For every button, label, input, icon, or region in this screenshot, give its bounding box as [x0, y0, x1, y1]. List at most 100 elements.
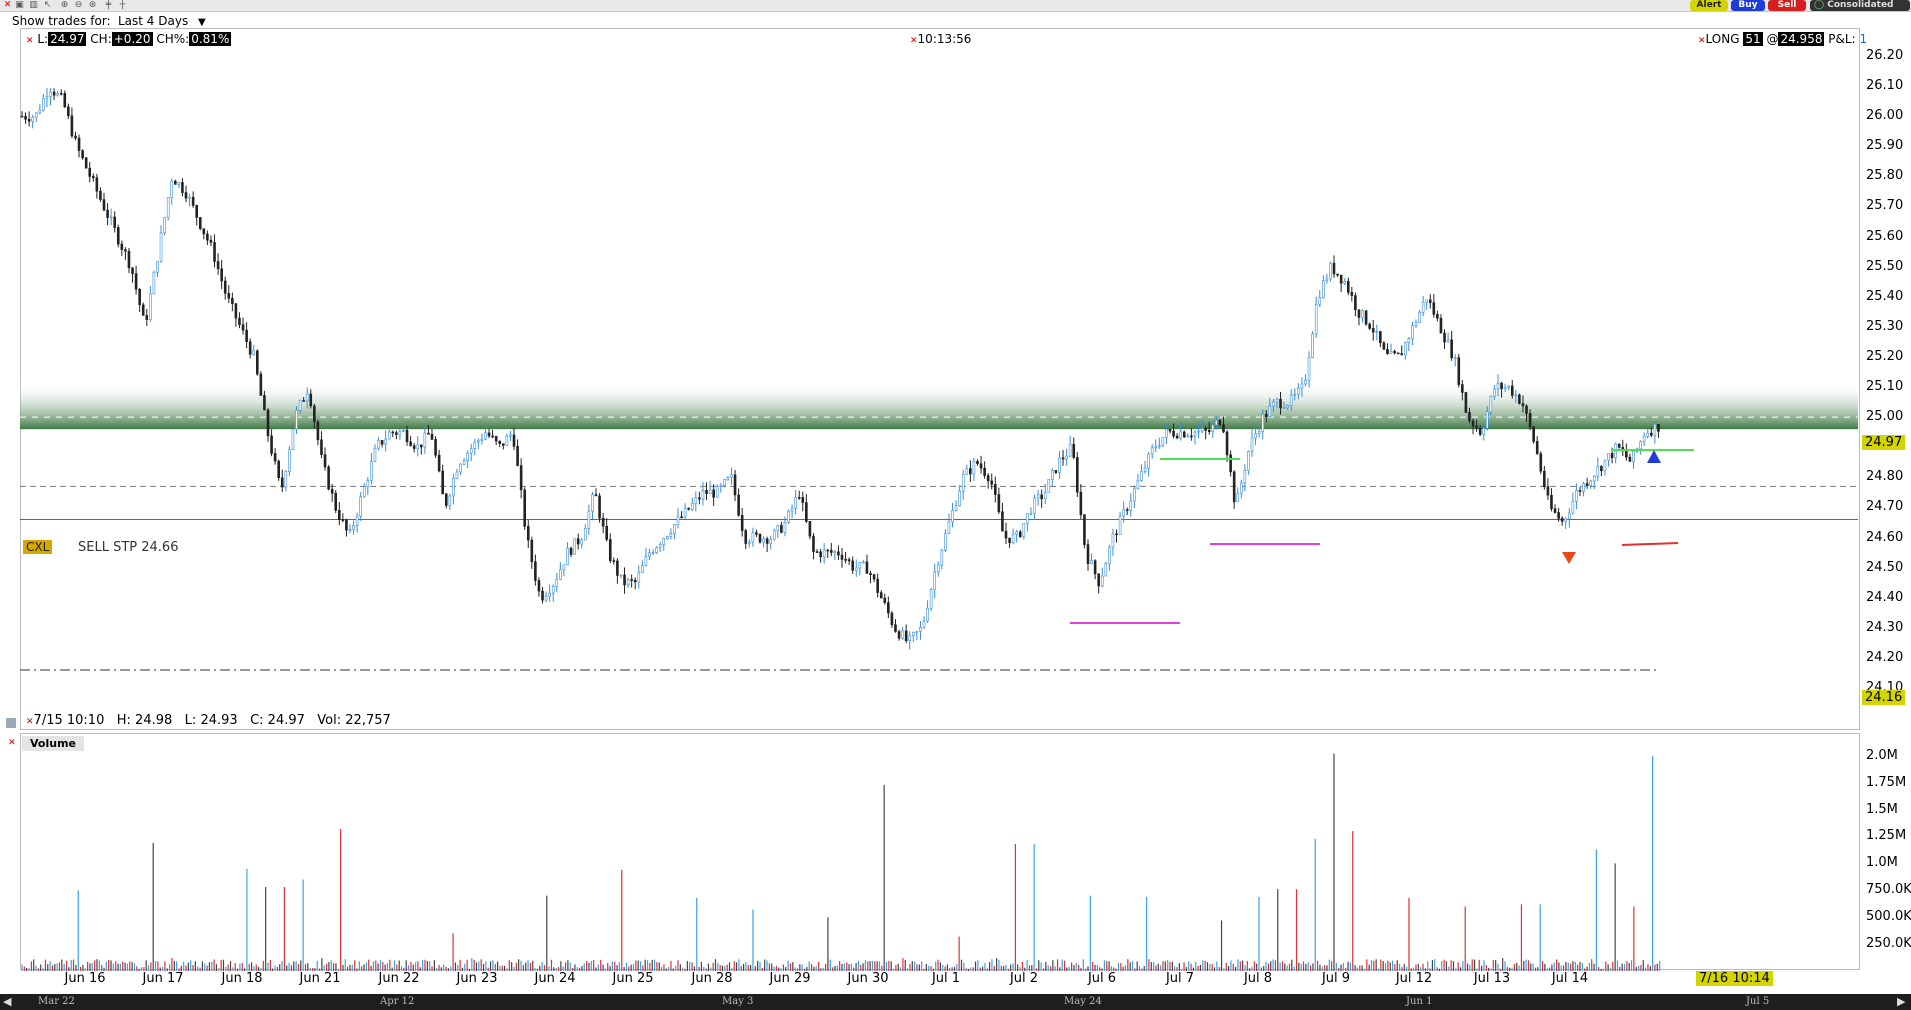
- candle-body: [402, 429, 405, 432]
- candle-body: [459, 463, 462, 473]
- candle-body: [719, 485, 723, 487]
- time-tick-label: Jun 16: [64, 971, 106, 986]
- candle-body: [1165, 429, 1168, 438]
- candle-body: [1304, 379, 1307, 385]
- candle-body: [163, 216, 166, 234]
- candle-body: [1617, 443, 1621, 448]
- candle-body: [983, 467, 986, 476]
- candle-body: [284, 471, 288, 488]
- price-tick-label: 26.20: [1866, 48, 1904, 63]
- price-tick-label: 25.40: [1866, 288, 1904, 304]
- candle-body: [1111, 533, 1115, 548]
- candle-body: [969, 468, 972, 475]
- candle-body: [1083, 514, 1086, 545]
- candle-body: [1657, 423, 1660, 432]
- red-stop-marker: [1621, 542, 1679, 546]
- candle-body: [587, 510, 591, 529]
- candle-body: [166, 197, 170, 218]
- candle-body: [940, 549, 944, 566]
- scroll-right-icon[interactable]: ▶: [1897, 995, 1905, 1008]
- time-tick-label: Jun 30: [847, 971, 889, 986]
- volume-chart[interactable]: [0, 733, 1911, 973]
- candle-body: [241, 324, 245, 331]
- candle-body: [591, 494, 594, 512]
- time-tick-label: Jul 1: [931, 971, 961, 986]
- candle-body: [216, 261, 220, 270]
- candle-body: [744, 530, 748, 544]
- candle-body: [437, 454, 441, 472]
- candle-body: [598, 495, 601, 519]
- candle-body: [1229, 454, 1232, 473]
- candle-body: [1368, 323, 1371, 329]
- candle-body: [516, 445, 519, 466]
- low-price-tag: 24.16: [1862, 690, 1906, 705]
- candle-body: [1108, 546, 1111, 564]
- close-icon[interactable]: ✕: [26, 717, 34, 727]
- candle-body: [769, 538, 772, 544]
- candle-body: [334, 492, 338, 511]
- candle-body: [252, 350, 256, 355]
- candle-body: [573, 538, 576, 555]
- candle-body: [20, 115, 24, 118]
- candle-body: [876, 578, 879, 593]
- candle-body: [576, 538, 580, 545]
- candle-body: [1582, 483, 1585, 492]
- candle-body: [1571, 500, 1575, 514]
- candle-body: [879, 592, 883, 599]
- candle-body: [1603, 459, 1607, 472]
- scroll-left-icon[interactable]: ◀: [3, 995, 11, 1008]
- candle-body: [1086, 544, 1090, 564]
- candle-body: [776, 525, 780, 531]
- candle-body: [619, 574, 623, 577]
- candle-body: [1307, 357, 1311, 381]
- volume-tick-label: 1.5M: [1866, 801, 1898, 817]
- candle-body: [1446, 339, 1450, 343]
- candle-body: [377, 440, 380, 449]
- candle-body: [1018, 531, 1022, 537]
- candle-body: [790, 507, 794, 512]
- candle-body: [1632, 450, 1635, 462]
- volume-tick-label: 250.0K: [1866, 936, 1911, 952]
- overview-scrollbar[interactable]: [0, 994, 1911, 1010]
- candle-body: [384, 438, 387, 445]
- candle-body: [1653, 423, 1657, 436]
- candle-body: [184, 192, 188, 199]
- candle-body: [904, 630, 908, 641]
- candle-body: [1204, 427, 1207, 431]
- candle-body: [1343, 281, 1346, 284]
- candle-body: [1197, 430, 1200, 433]
- candle-body: [109, 216, 113, 219]
- candle-body: [655, 547, 658, 553]
- candle-body: [313, 405, 316, 423]
- candle-body: [933, 571, 936, 590]
- candle-body: [1275, 398, 1279, 403]
- price-chart[interactable]: [0, 0, 1911, 735]
- candle-body: [694, 497, 698, 504]
- candle-body: [915, 631, 919, 633]
- candle-body: [84, 157, 88, 169]
- cancel-order-button[interactable]: CXL: [23, 540, 53, 554]
- candle-body: [1004, 530, 1008, 539]
- candle-body: [1072, 443, 1076, 458]
- candle-body: [541, 590, 544, 601]
- candle-body: [1090, 560, 1093, 564]
- candle-body: [1400, 353, 1404, 356]
- time-tick-label: Jun 17: [142, 971, 184, 986]
- candle-body: [701, 490, 705, 500]
- candle-body: [858, 562, 862, 569]
- candle-body: [623, 574, 626, 586]
- candle-body: [74, 135, 77, 139]
- scroll-handle[interactable]: [6, 718, 16, 728]
- candle-body: [1047, 479, 1051, 493]
- candle-body: [1104, 563, 1108, 577]
- candle-body: [908, 635, 912, 641]
- cursor-date-tag: 7/16 10:14: [1696, 971, 1773, 986]
- candle-body: [1182, 431, 1186, 438]
- volume-tick-label: 750.0K: [1866, 882, 1911, 898]
- candle-body: [1482, 427, 1486, 435]
- candle-body: [469, 448, 473, 454]
- candle-body: [944, 533, 947, 551]
- candle-body: [1190, 435, 1193, 438]
- candle-body: [844, 559, 847, 561]
- candle-body: [1264, 413, 1268, 417]
